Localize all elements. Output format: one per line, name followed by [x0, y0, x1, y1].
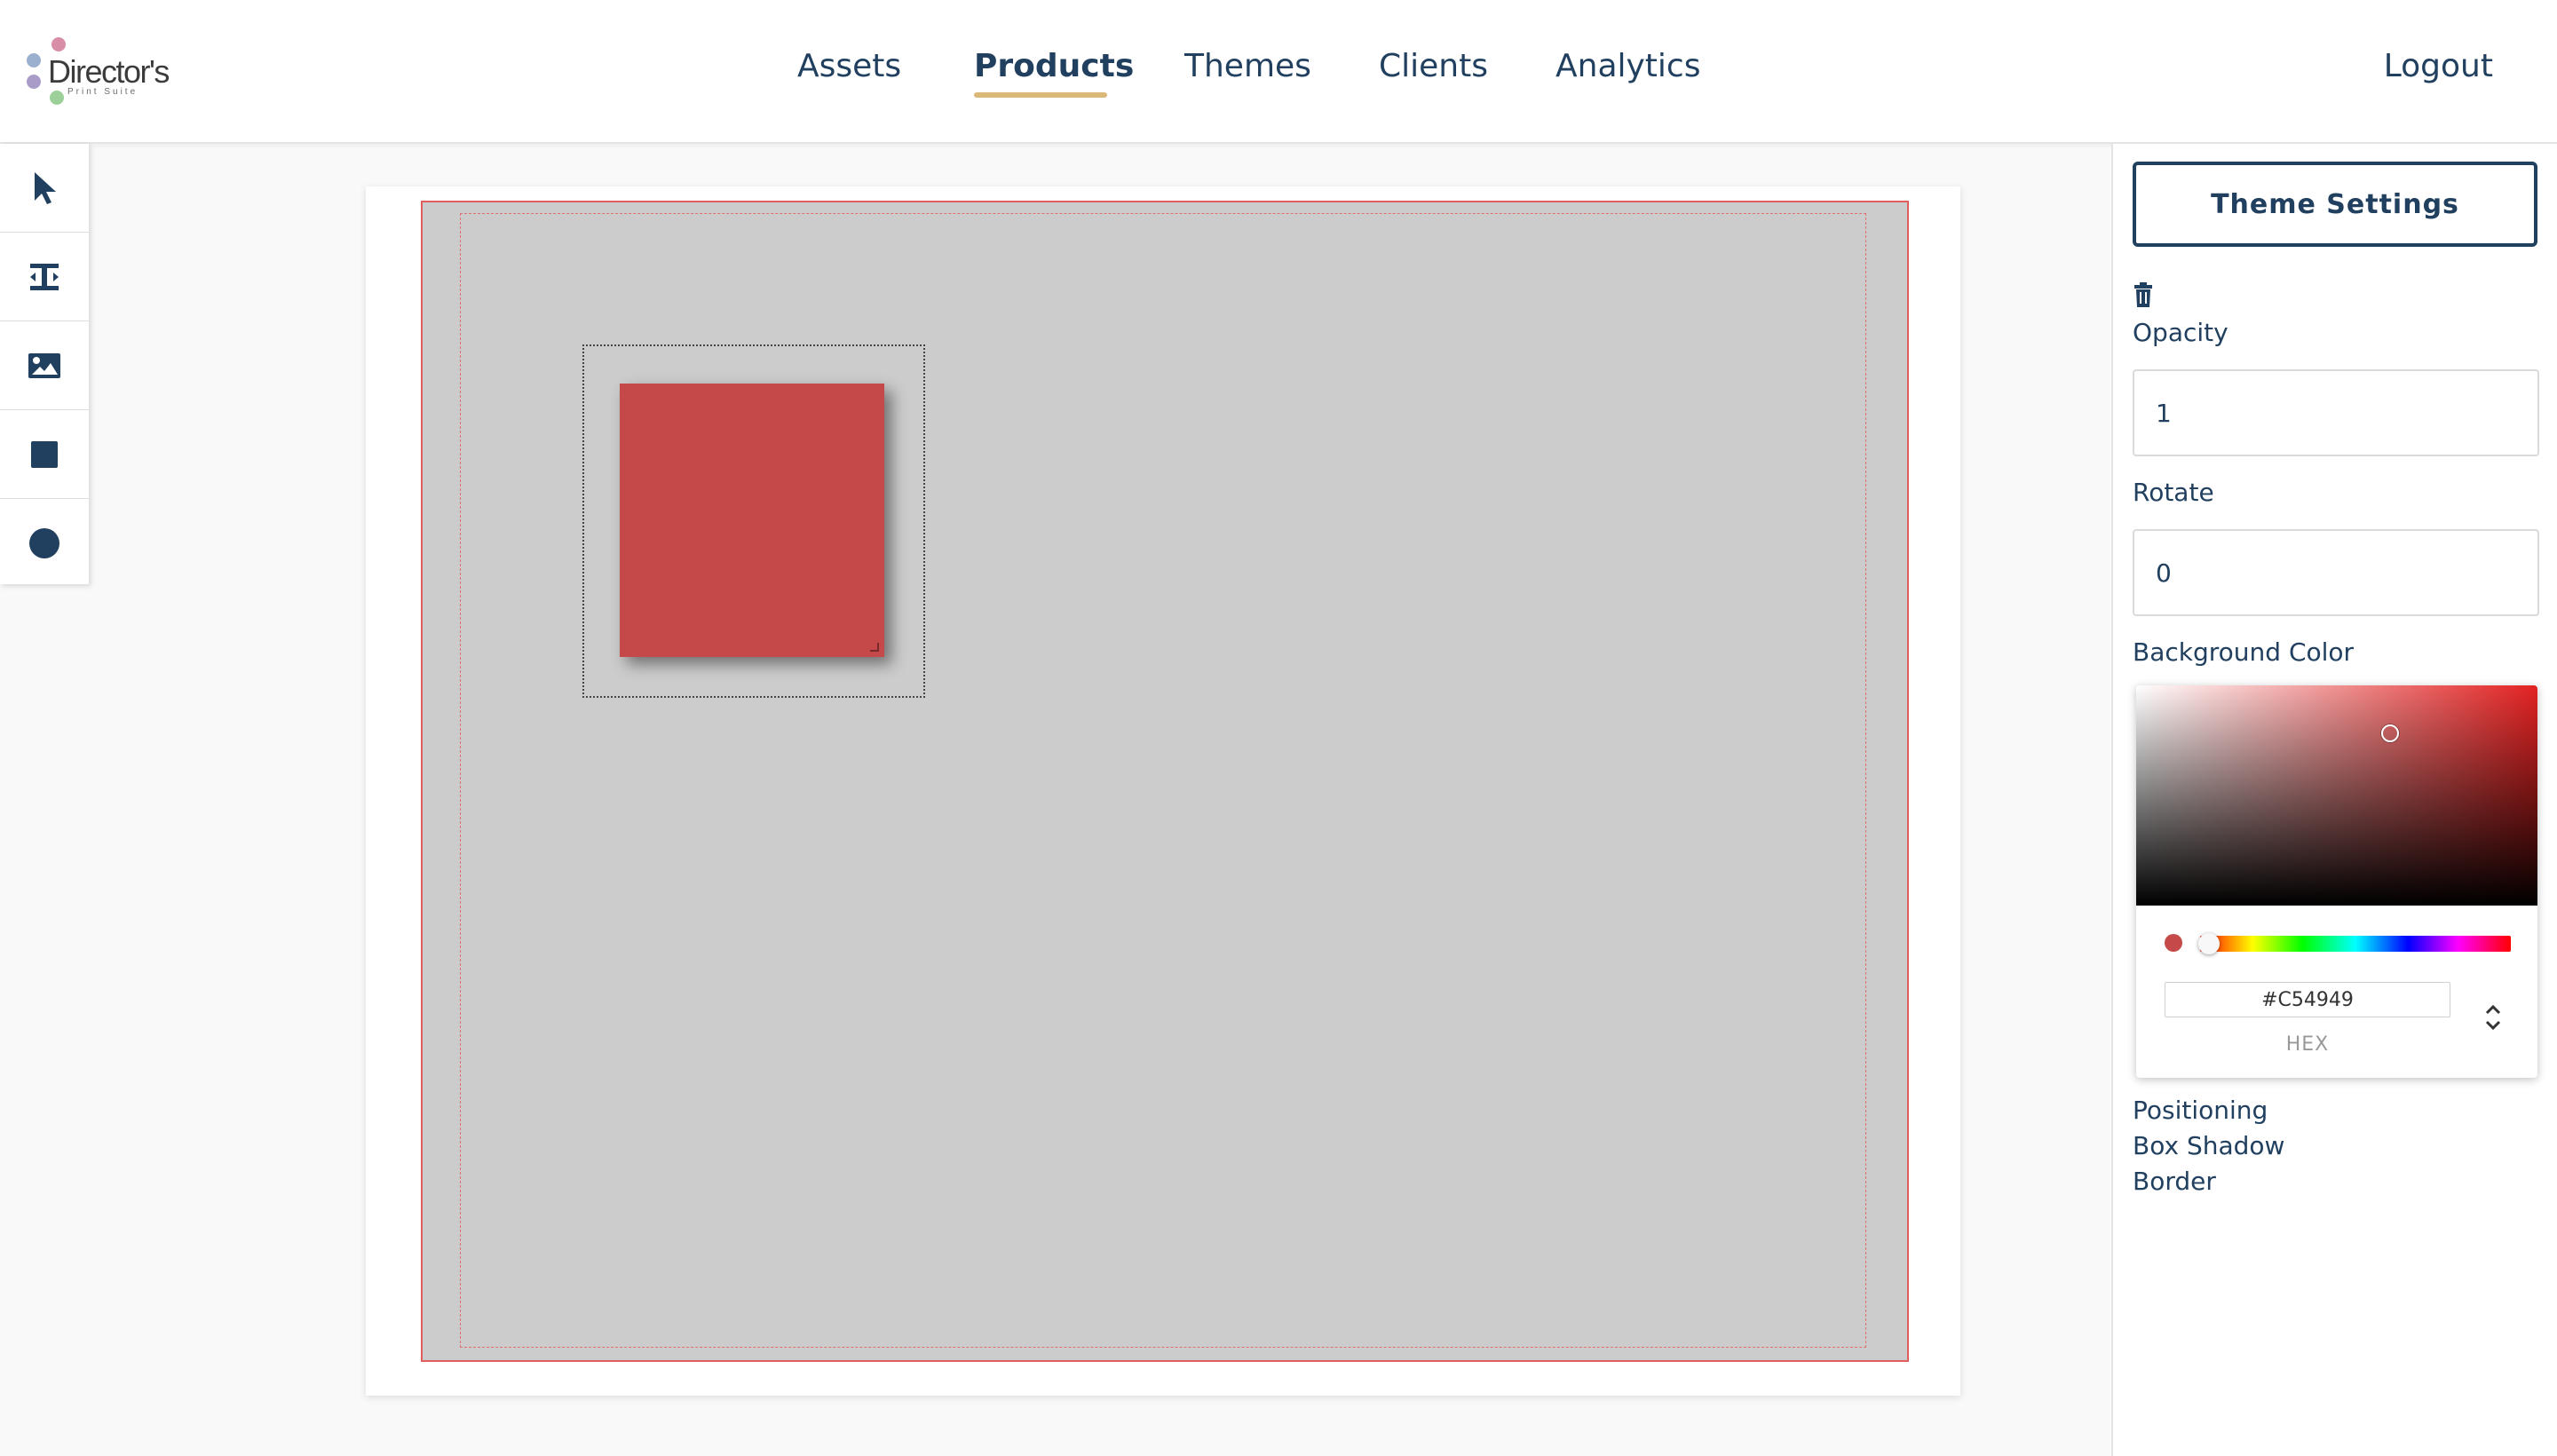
image-icon — [28, 352, 60, 378]
main-nav: Assets Products Themes Clients Analytics — [0, 44, 2557, 98]
active-nav-indicator — [974, 92, 1107, 98]
positioning-section[interactable]: Positioning — [2133, 1096, 2268, 1125]
rotate-input[interactable] — [2133, 529, 2539, 616]
circle-icon — [29, 527, 59, 558]
background-color-label: Background Color — [2133, 637, 2355, 667]
logout-link[interactable]: Logout — [2384, 44, 2493, 89]
color-picker: HEX — [2136, 685, 2537, 1078]
hue-slider-thumb[interactable] — [2198, 933, 2220, 954]
square-icon — [31, 440, 58, 468]
hex-input[interactable] — [2165, 982, 2450, 1017]
text-tool-button[interactable] — [0, 233, 89, 321]
hex-mode-label: HEX — [2285, 1033, 2330, 1056]
pointer-icon — [35, 171, 56, 204]
box-shadow-section[interactable]: Box Shadow — [2133, 1131, 2284, 1160]
tool-palette — [0, 144, 89, 584]
color-swatch — [2165, 934, 2182, 952]
nav-item-products[interactable]: Products — [974, 44, 1134, 89]
nav-item-themes[interactable]: Themes — [1184, 44, 1311, 89]
opacity-input[interactable] — [2133, 369, 2539, 456]
text-icon — [30, 263, 59, 290]
nav-item-analytics[interactable]: Analytics — [1556, 44, 1700, 89]
rectangle-tool-button[interactable] — [0, 410, 89, 499]
hue-slider[interactable] — [2198, 933, 2511, 954]
theme-settings-button[interactable]: Theme Settings — [2133, 162, 2537, 247]
top-header: Director's Print Suite Assets Products T… — [0, 0, 2557, 144]
chevron-up-down-icon — [2485, 1004, 2501, 1031]
rotate-label: Rotate — [2133, 478, 2214, 507]
resize-handle[interactable] — [870, 643, 879, 652]
delete-button[interactable] — [2133, 282, 2154, 311]
select-tool-button[interactable] — [0, 144, 89, 233]
border-section[interactable]: Border — [2133, 1167, 2216, 1196]
selected-rectangle-shape[interactable] — [620, 384, 884, 657]
saturation-value-area[interactable] — [2136, 685, 2537, 906]
nav-item-assets[interactable]: Assets — [797, 44, 901, 89]
image-tool-button[interactable] — [0, 321, 89, 410]
circle-tool-button[interactable] — [0, 499, 89, 587]
trash-icon — [2134, 282, 2152, 307]
color-cursor[interactable] — [2381, 724, 2399, 742]
nav-item-clients[interactable]: Clients — [1379, 44, 1488, 89]
color-mode-toggle[interactable] — [2484, 1000, 2502, 1039]
properties-panel: Theme Settings Opacity Rotate Background… — [2111, 144, 2557, 1456]
opacity-label: Opacity — [2133, 318, 2228, 347]
